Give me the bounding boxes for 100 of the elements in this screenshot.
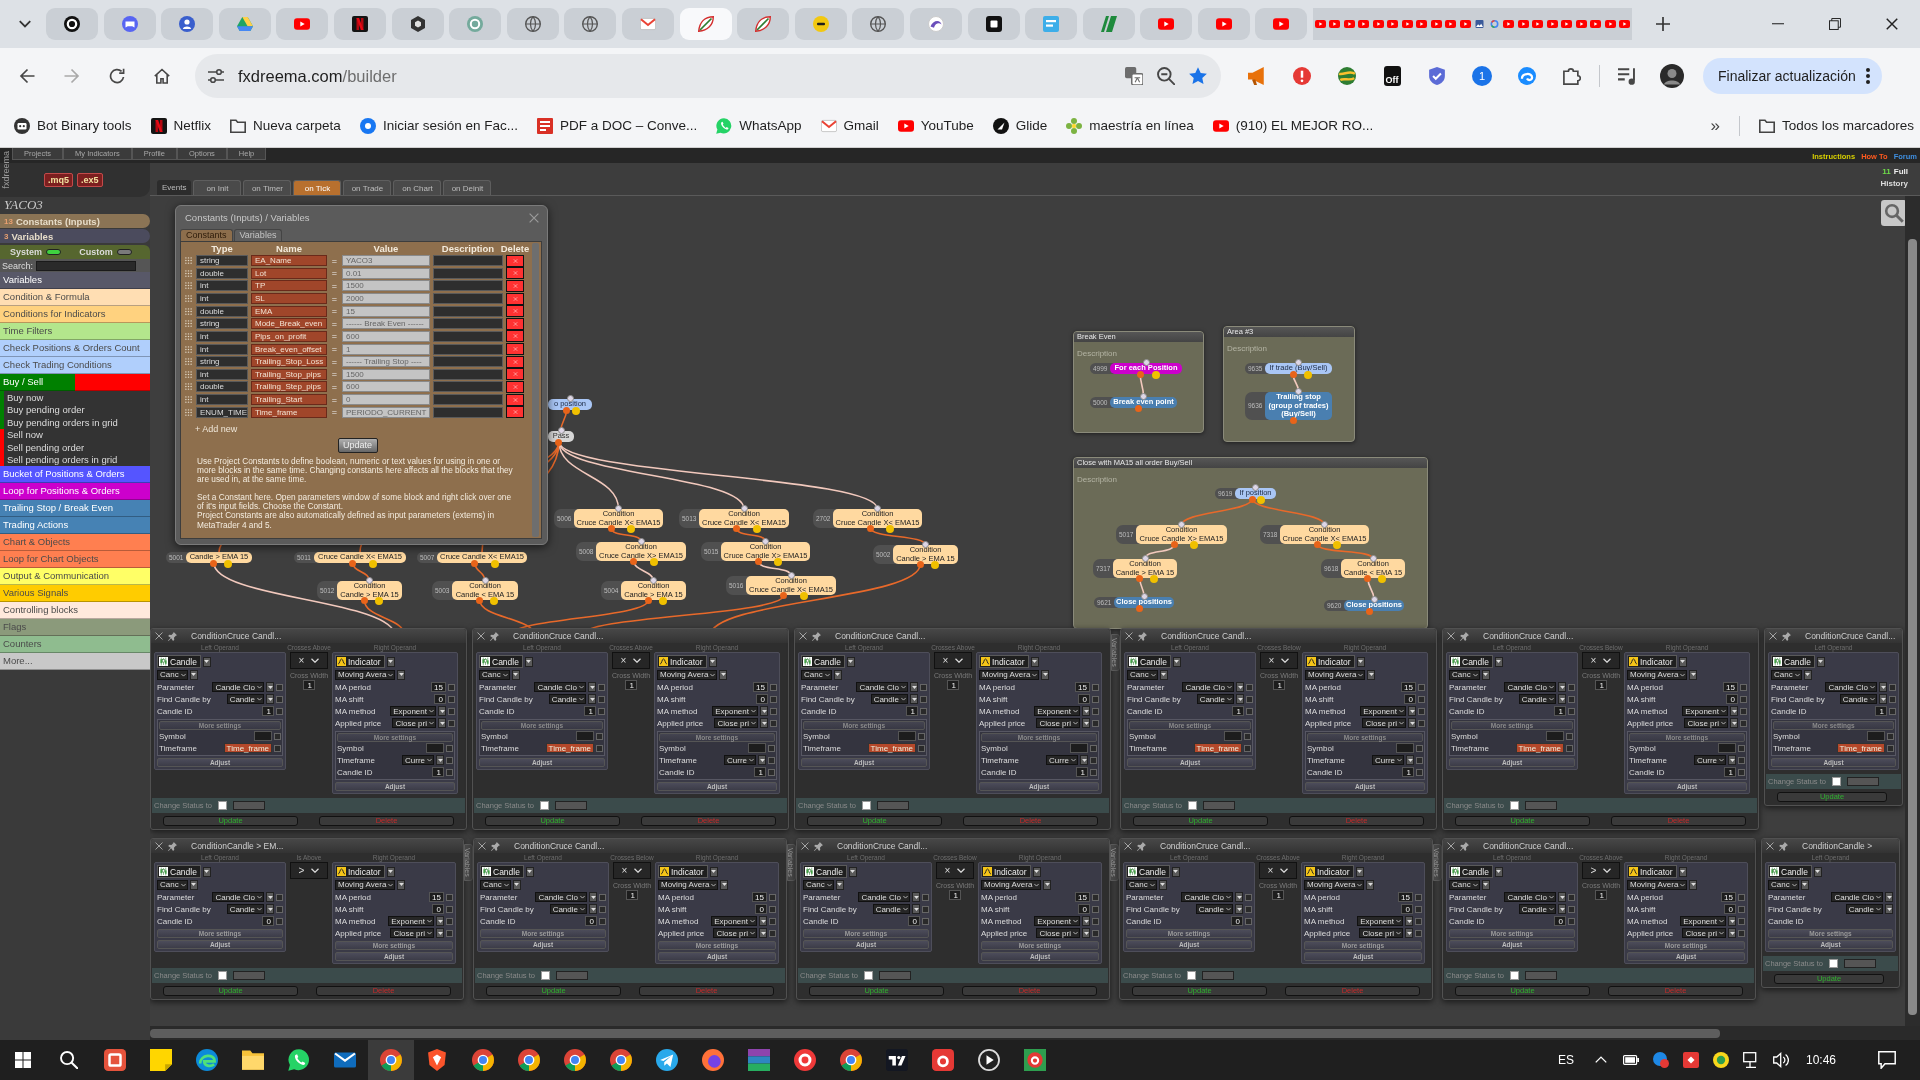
checkbox[interactable] — [1566, 732, 1573, 740]
delete-button[interactable] — [506, 279, 524, 292]
checkbox[interactable] — [1090, 768, 1097, 776]
operator-dropdown[interactable]: × — [612, 652, 650, 669]
checkbox[interactable] — [861, 801, 871, 810]
value-field[interactable]: 1 — [342, 343, 430, 355]
category-item[interactable]: Check Positions & Orders Count — [0, 340, 150, 357]
select-field[interactable]: Candle Clo — [534, 682, 586, 692]
select-field[interactable]: Moving Avera — [658, 879, 719, 890]
delete-button[interactable] — [506, 254, 524, 267]
checkbox[interactable] — [599, 905, 606, 913]
name-field[interactable]: Pips_on_profit — [251, 330, 327, 342]
select-field[interactable]: Candle Clo — [1825, 682, 1877, 692]
dropdown-button[interactable] — [189, 669, 198, 680]
operator-dropdown[interactable]: × — [934, 652, 972, 669]
checkbox[interactable] — [598, 683, 605, 691]
checkbox[interactable] — [1245, 917, 1252, 925]
select-field[interactable]: Exponent — [1680, 916, 1726, 926]
pin-button[interactable] — [168, 841, 177, 851]
name-field[interactable]: EMA — [251, 305, 327, 317]
select-field[interactable]: Candle Clo — [212, 892, 264, 902]
dropdown-button[interactable] — [1080, 755, 1088, 765]
select-field[interactable]: Candle Clo — [858, 892, 910, 902]
dropdown-button[interactable] — [266, 904, 274, 914]
dropdown-button[interactable] — [436, 916, 444, 926]
constant-field[interactable]: Time_frame — [1515, 743, 1564, 753]
operator-dropdown[interactable]: × — [1259, 862, 1297, 879]
number-field[interactable]: 0 — [1404, 694, 1416, 704]
dropdown-button[interactable] — [1800, 879, 1809, 890]
select-field[interactable]: Moving Avera — [1627, 879, 1688, 890]
status-field[interactable] — [876, 801, 909, 810]
checkbox[interactable] — [446, 917, 453, 925]
checkbox[interactable] — [1738, 756, 1745, 764]
select-field[interactable]: Candle Clo — [535, 892, 587, 902]
checkbox[interactable] — [768, 744, 775, 752]
bookmark[interactable]: PDF a DOC – Conve... — [530, 111, 704, 140]
bookmark[interactable]: WhatsApp — [710, 111, 808, 140]
source-dropdown[interactable]: Indicator — [335, 865, 385, 878]
dropdown-button[interactable] — [758, 755, 766, 765]
category-item[interactable]: Variables — [0, 272, 150, 289]
checkbox[interactable] — [770, 695, 777, 703]
checkbox[interactable] — [1245, 905, 1252, 913]
bookmark[interactable]: maestría en línea — [1060, 111, 1200, 140]
checkbox[interactable] — [1246, 707, 1253, 715]
dropdown-button[interactable] — [709, 866, 718, 877]
select-field[interactable]: Canc — [1449, 879, 1480, 890]
pin-button[interactable] — [1137, 841, 1146, 851]
close-button[interactable] — [1766, 842, 1774, 850]
category-item[interactable]: Conditions for Indicators — [0, 306, 150, 323]
dropdown-button[interactable] — [1558, 682, 1566, 692]
dropdown-button[interactable] — [397, 879, 406, 890]
select-field[interactable]: Canc — [1449, 669, 1480, 680]
select-field[interactable]: Close pri — [1036, 928, 1080, 938]
export-button[interactable]: .mq5 — [44, 173, 73, 187]
bookmark[interactable]: Gmail — [814, 111, 885, 140]
drag-handle-icon[interactable] — [184, 370, 192, 378]
dropdown-button[interactable] — [1803, 669, 1812, 680]
input-field[interactable] — [1070, 743, 1088, 753]
checkbox[interactable] — [1092, 893, 1099, 901]
number-field[interactable]: 1 — [1875, 706, 1887, 716]
status-field[interactable] — [1846, 777, 1879, 786]
drag-handle-icon[interactable] — [184, 307, 192, 315]
dropdown-button[interactable] — [1879, 694, 1887, 704]
operator-dropdown[interactable]: > — [1582, 862, 1620, 879]
dropdown-button[interactable] — [438, 706, 446, 716]
dropdown-button[interactable] — [1408, 718, 1416, 728]
dropdown-button[interactable] — [1558, 904, 1566, 914]
input-field[interactable] — [1546, 731, 1564, 741]
number-field[interactable]: 1 — [906, 706, 918, 716]
number-field[interactable]: 15 — [1398, 892, 1413, 902]
pin-button[interactable] — [814, 841, 823, 851]
status-field[interactable] — [1201, 971, 1234, 980]
select-field[interactable]: Candle — [549, 904, 587, 914]
checkbox[interactable] — [1568, 893, 1575, 901]
source-dropdown[interactable]: Indicator — [981, 865, 1031, 878]
dropdown-button[interactable] — [588, 682, 596, 692]
checkbox[interactable] — [1738, 744, 1745, 752]
category-item[interactable]: Trading Actions — [0, 517, 150, 534]
checkbox[interactable] — [596, 744, 603, 752]
close-button[interactable] — [1447, 632, 1455, 640]
checkbox[interactable] — [922, 917, 929, 925]
checkbox[interactable] — [1568, 917, 1575, 925]
select-field[interactable]: Moving Avera — [335, 879, 396, 890]
number-field[interactable]: 1 — [262, 706, 274, 716]
dropdown-button[interactable] — [1159, 669, 1168, 680]
number-field[interactable]: 15 — [429, 892, 444, 902]
drag-handle-icon[interactable] — [184, 320, 192, 328]
dropdown-button[interactable] — [1728, 755, 1736, 765]
dropdown-button[interactable] — [1082, 718, 1090, 728]
checkbox[interactable] — [1568, 905, 1575, 913]
select-field[interactable]: Canc — [157, 879, 188, 890]
input-field[interactable] — [1867, 731, 1885, 741]
checkbox[interactable] — [598, 695, 605, 703]
dropdown-button[interactable] — [848, 866, 857, 877]
type-field[interactable]: int — [196, 293, 248, 305]
source-dropdown[interactable]: Indicator — [657, 655, 707, 668]
delete-button[interactable] — [506, 267, 524, 280]
checkbox[interactable] — [922, 905, 929, 913]
select-field[interactable]: Candle Clo — [1181, 892, 1233, 902]
checkbox[interactable] — [1509, 971, 1519, 980]
